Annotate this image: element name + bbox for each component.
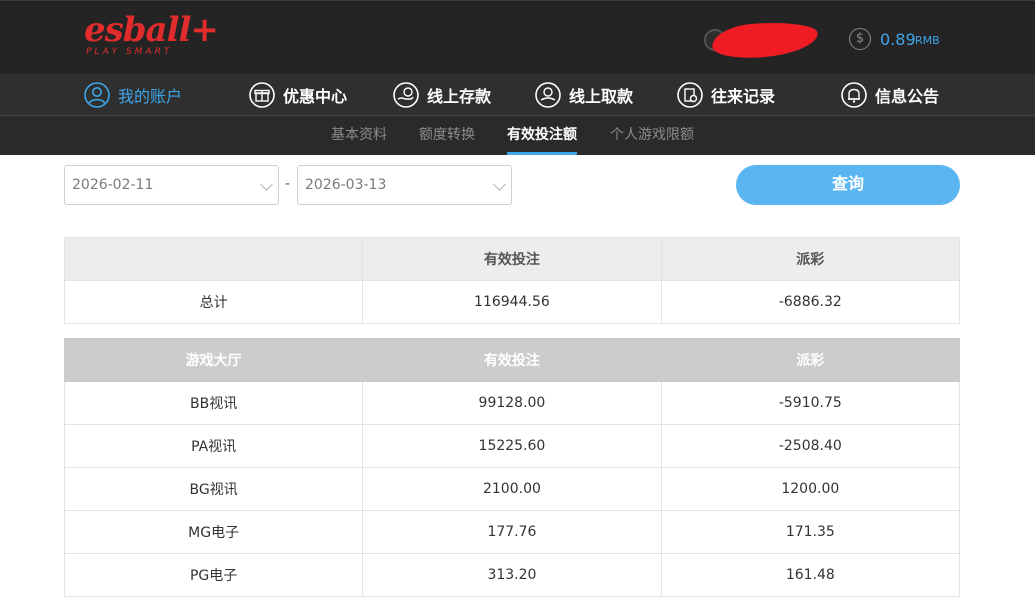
query-button[interactable]: 查询 xyxy=(736,165,960,205)
subtab-basic-info[interactable]: 基本资料 xyxy=(331,116,387,155)
game-hall-table: 游戏大厅 有效投注 派彩 BB视讯 99128.00 -5910.75 PA视讯… xyxy=(63,338,961,597)
start-date-value: 2026-02-11 xyxy=(72,177,154,193)
hall-name: PA视讯 xyxy=(63,424,364,468)
summary-total-row: 总计 116944.56 -6886.32 xyxy=(63,280,961,324)
bell-icon xyxy=(841,82,867,108)
table-row: BB视讯 99128.00 -5910.75 xyxy=(63,381,961,425)
hall-name: PG电子 xyxy=(63,553,364,597)
subtab-valid-bets[interactable]: 有效投注额 xyxy=(507,116,577,155)
date-range-separator: - xyxy=(285,176,291,192)
hall-name: BB视讯 xyxy=(63,381,364,425)
account-subnav: 基本资料 额度转换 有效投注额 个人游戏限额 xyxy=(0,116,1035,155)
hall-valid-bets: 2100.00 xyxy=(362,467,662,511)
table-row: PA视讯 15225.60 -2508.40 xyxy=(63,424,961,468)
summary-table: 有效投注 派彩 总计 116944.56 -6886.32 xyxy=(63,237,961,324)
hall-valid-bets: 177.76 xyxy=(362,510,662,554)
hall-valid-bets: 15225.60 xyxy=(362,424,662,468)
detail-header-cell: 游戏大厅 xyxy=(63,338,364,382)
detail-header-cell: 派彩 xyxy=(660,338,961,382)
hall-payout: 161.48 xyxy=(660,553,961,597)
main-nav: 我的账户 优惠中心 线上存款 线上取款 往来记录 信息公告 xyxy=(0,74,1035,116)
chevron-down-icon xyxy=(260,178,273,191)
subtab-credit-transfer[interactable]: 额度转换 xyxy=(419,116,475,155)
balance-amount: 0.89 xyxy=(880,30,916,49)
dollar-coin-icon: $ xyxy=(849,28,871,50)
end-date-select[interactable]: 2026-03-13 xyxy=(297,165,512,205)
active-tab-indicator xyxy=(507,152,577,155)
hall-payout: -2508.40 xyxy=(660,424,961,468)
detail-header-cell: 有效投注 xyxy=(362,338,662,382)
hall-payout: 1200.00 xyxy=(660,467,961,511)
username-redacted xyxy=(710,19,820,61)
summary-header-cell: 有效投注 xyxy=(362,237,662,281)
total-valid-bets: 116944.56 xyxy=(362,280,662,324)
nav-label: 线上取款 xyxy=(569,87,634,106)
total-label: 总计 xyxy=(63,280,364,324)
summary-header-row: 有效投注 派彩 xyxy=(63,237,961,281)
nav-item-withdraw[interactable]: 线上取款 xyxy=(535,74,633,116)
deposit-icon xyxy=(393,82,419,108)
nav-item-announcements[interactable]: 信息公告 xyxy=(841,74,939,116)
table-row: BG视讯 2100.00 1200.00 xyxy=(63,467,961,511)
hall-name: MG电子 xyxy=(63,510,364,554)
end-date-value: 2026-03-13 xyxy=(305,177,387,193)
esball-logo[interactable]: esball+ PLAY SMART xyxy=(84,13,219,57)
gift-icon xyxy=(249,82,275,108)
nav-label: 优惠中心 xyxy=(283,87,348,106)
balance-currency: RMB xyxy=(915,34,940,47)
subtab-game-limits[interactable]: 个人游戏限额 xyxy=(610,116,694,155)
top-header: esball+ PLAY SMART $ 0.89 RMB xyxy=(0,0,1035,74)
logo-plus: + xyxy=(190,10,219,50)
start-date-select[interactable]: 2026-02-11 xyxy=(64,165,279,205)
nav-item-my-account[interactable]: 我的账户 xyxy=(84,74,182,116)
total-payout: -6886.32 xyxy=(660,280,961,324)
nav-item-records[interactable]: 往来记录 xyxy=(677,74,775,116)
nav-label: 信息公告 xyxy=(875,87,940,106)
withdraw-icon xyxy=(535,82,561,108)
detail-header-row: 游戏大厅 有效投注 派彩 xyxy=(63,338,961,382)
hall-payout: 171.35 xyxy=(660,510,961,554)
nav-label: 往来记录 xyxy=(711,87,776,106)
hall-valid-bets: 99128.00 xyxy=(362,381,662,425)
table-row: MG电子 177.76 171.35 xyxy=(63,510,961,554)
hall-valid-bets: 313.20 xyxy=(362,553,662,597)
nav-label: 线上存款 xyxy=(427,87,492,106)
table-row: PG电子 313.20 161.48 xyxy=(63,553,961,597)
nav-label: 我的账户 xyxy=(118,87,183,106)
records-icon xyxy=(677,82,703,108)
user-icon xyxy=(84,82,110,108)
hall-payout: -5910.75 xyxy=(660,381,961,425)
nav-item-deposit[interactable]: 线上存款 xyxy=(393,74,491,116)
hall-name: BG视讯 xyxy=(63,467,364,511)
chevron-down-icon xyxy=(493,178,506,191)
logo-wordmark: esball xyxy=(84,10,191,50)
summary-header-cell xyxy=(63,237,364,281)
summary-header-cell: 派彩 xyxy=(660,237,961,281)
nav-item-promotions[interactable]: 优惠中心 xyxy=(249,74,347,116)
